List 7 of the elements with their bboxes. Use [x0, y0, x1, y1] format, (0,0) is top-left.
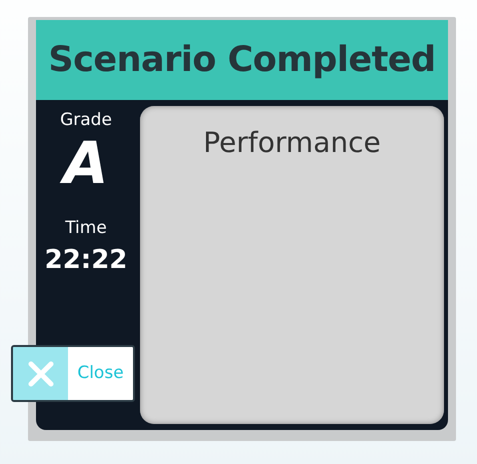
close-button[interactable]: Close	[11, 345, 135, 402]
time-value: 22:22	[44, 244, 128, 277]
time-label: Time	[65, 216, 107, 240]
close-icon	[28, 360, 54, 386]
grade-label: Grade	[60, 109, 112, 132]
dialog-title: Scenario Completed	[36, 20, 448, 100]
performance-title: Performance	[203, 125, 381, 161]
